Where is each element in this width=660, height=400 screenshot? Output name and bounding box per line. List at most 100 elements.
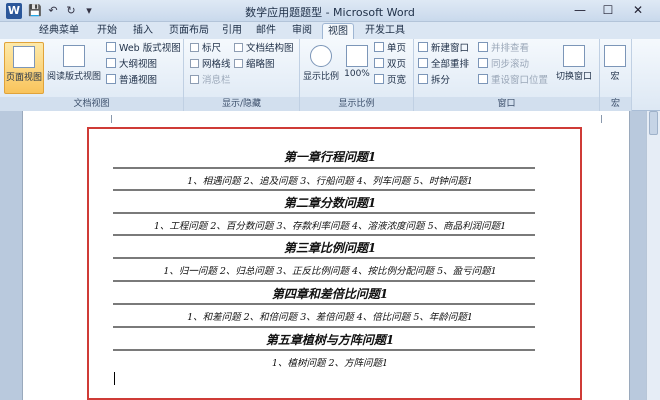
ruler-checkbox[interactable]: 标尺 bbox=[190, 42, 221, 56]
tab-insert[interactable]: 插入 bbox=[128, 23, 158, 39]
minimize-button[interactable]: — bbox=[566, 0, 594, 20]
scrollbar-thumb[interactable] bbox=[649, 111, 658, 135]
close-button[interactable]: ✕ bbox=[624, 0, 652, 20]
reset-position-icon bbox=[478, 74, 488, 84]
customize-icon[interactable]: ▾ bbox=[82, 3, 96, 19]
group-label: 文档视图 bbox=[0, 97, 183, 111]
separator-rule bbox=[113, 212, 535, 214]
group-macros: 宏 宏 bbox=[600, 39, 632, 111]
split-button[interactable]: 拆分 bbox=[418, 74, 450, 88]
group-window: 新建窗口 全部重排 拆分 并排查看 同步滚动 重设窗口位置 切换窗口 窗口 bbox=[414, 39, 600, 111]
gridlines-checkbox[interactable]: 网格线 bbox=[190, 58, 231, 72]
tab-developer[interactable]: 开发工具 bbox=[362, 23, 408, 39]
outline-view-icon bbox=[106, 58, 116, 68]
macros-icon bbox=[604, 45, 626, 67]
group-zoom: 显示比例 100% 单页 双页 页宽 显示比例 bbox=[300, 39, 414, 111]
web-view-icon bbox=[106, 42, 116, 52]
chapter-1-items[interactable]: 1、相遇问题 2、追及问题 3、行船问题 4、列车问题 5、时钟问题1 bbox=[0, 173, 660, 187]
separator-rule bbox=[113, 349, 535, 351]
checkbox-icon bbox=[190, 75, 199, 84]
margin-corner-mark bbox=[111, 115, 112, 123]
two-pages-button[interactable]: 双页 bbox=[374, 58, 406, 72]
group-document-views: 页面视图 阅读版式视图 Web 版式视图 大纲视图 普通视图 文档视图 bbox=[0, 39, 184, 111]
checkbox-icon bbox=[190, 43, 199, 52]
message-bar-checkbox[interactable]: 消息栏 bbox=[190, 74, 231, 88]
quick-access-toolbar: 💾 ↶ ↻ ▾ bbox=[28, 3, 96, 19]
draft-button[interactable]: 普通视图 bbox=[106, 74, 157, 88]
chapter-4-title[interactable]: 第四章和差倍比问题1 bbox=[0, 285, 660, 302]
tab-mailings[interactable]: 邮件 bbox=[252, 23, 280, 39]
save-icon[interactable]: 💾 bbox=[28, 3, 42, 19]
group-label: 窗口 bbox=[414, 97, 599, 111]
separator-rule bbox=[113, 326, 535, 328]
maximize-button[interactable]: ☐ bbox=[594, 0, 622, 20]
window-title: 数学应用题题型 - Microsoft Word bbox=[245, 6, 415, 19]
synchronous-scroll-button[interactable]: 同步滚动 bbox=[478, 58, 529, 72]
ribbon: 页面视图 阅读版式视图 Web 版式视图 大纲视图 普通视图 文档视图 标尺 网… bbox=[0, 39, 660, 111]
chapter-3-items[interactable]: 1、归一问题 2、归总问题 3、正反比例问题 4、按比例分配问题 5、盈亏问题1 bbox=[0, 263, 660, 277]
group-label: 显示比例 bbox=[300, 97, 413, 111]
chapter-3-title[interactable]: 第三章比例问题1 bbox=[0, 239, 660, 256]
arrange-all-icon bbox=[418, 58, 428, 68]
macros-button[interactable]: 宏 bbox=[600, 42, 630, 94]
document-map-checkbox[interactable]: 文档结构图 bbox=[234, 42, 294, 56]
tab-review[interactable]: 审阅 bbox=[288, 23, 316, 39]
margin-corner-mark bbox=[601, 115, 602, 123]
magnifier-icon bbox=[310, 45, 332, 67]
draft-view-icon bbox=[106, 74, 116, 84]
chapter-2-title[interactable]: 第二章分数问题1 bbox=[0, 194, 660, 211]
chapter-2-items[interactable]: 1、工程问题 2、百分数问题 3、存款利率问题 4、溶液浓度问题 5、商品利润问… bbox=[0, 218, 660, 232]
split-icon bbox=[418, 74, 428, 84]
thumbnails-checkbox[interactable]: 缩略图 bbox=[234, 58, 275, 72]
text-cursor bbox=[114, 372, 115, 385]
tab-page-layout[interactable]: 页面布局 bbox=[166, 23, 212, 39]
tab-home[interactable]: 开始 bbox=[92, 23, 122, 39]
chapter-4-items[interactable]: 1、和差问题 2、和倍问题 3、差倍问题 4、倍比问题 5、年龄问题1 bbox=[0, 309, 660, 323]
tab-references[interactable]: 引用 bbox=[218, 23, 246, 39]
undo-icon[interactable]: ↶ bbox=[46, 3, 60, 19]
page-width-button[interactable]: 页宽 bbox=[374, 74, 406, 88]
one-page-button[interactable]: 单页 bbox=[374, 42, 406, 56]
arrange-all-button[interactable]: 全部重排 bbox=[418, 58, 469, 72]
separator-rule bbox=[113, 257, 535, 259]
checkbox-icon bbox=[190, 59, 199, 68]
chapter-1-title[interactable]: 第一章行程问题1 bbox=[0, 148, 660, 165]
chapter-5-title[interactable]: 第五章植树与方阵问题1 bbox=[0, 331, 660, 348]
tab-view[interactable]: 视图 bbox=[322, 23, 354, 39]
side-by-side-icon bbox=[478, 42, 488, 52]
sync-scroll-icon bbox=[478, 58, 488, 68]
chapter-5-items[interactable]: 1、植树问题 2、方阵问题1 bbox=[0, 355, 660, 369]
reading-layout-button[interactable]: 阅读版式视图 bbox=[46, 42, 102, 94]
view-side-by-side-button[interactable]: 并排查看 bbox=[478, 42, 529, 56]
reading-view-icon bbox=[63, 45, 85, 67]
separator-rule bbox=[113, 189, 535, 191]
ribbon-tabs: 经典菜单 开始 插入 页面布局 引用 邮件 审阅 视图 开发工具 bbox=[0, 22, 660, 39]
zoom-button[interactable]: 显示比例 bbox=[302, 42, 340, 94]
checkbox-icon bbox=[234, 43, 243, 52]
reset-window-position-button[interactable]: 重设窗口位置 bbox=[478, 74, 548, 88]
group-show-hide: 标尺 网格线 消息栏 文档结构图 缩略图 显示/隐藏 bbox=[184, 39, 300, 111]
tab-classic-menu[interactable]: 经典菜单 bbox=[34, 23, 84, 39]
switch-windows-button[interactable]: 切换窗口 bbox=[552, 42, 596, 94]
new-window-icon bbox=[418, 42, 428, 52]
print-layout-button[interactable]: 页面视图 bbox=[4, 42, 44, 94]
separator-rule bbox=[113, 234, 535, 236]
word-app-icon[interactable]: W bbox=[6, 3, 22, 19]
web-layout-button[interactable]: Web 版式视图 bbox=[106, 42, 181, 56]
switch-windows-icon bbox=[563, 45, 585, 67]
redo-icon[interactable]: ↻ bbox=[64, 3, 78, 19]
group-label: 显示/隐藏 bbox=[184, 97, 299, 111]
two-pages-icon bbox=[374, 58, 384, 68]
zoom-100-button[interactable]: 100% bbox=[342, 42, 372, 94]
hundred-percent-icon bbox=[346, 45, 368, 67]
outline-button[interactable]: 大纲视图 bbox=[106, 58, 157, 72]
separator-rule bbox=[113, 303, 535, 305]
page-view-icon bbox=[13, 46, 35, 68]
separator-rule bbox=[113, 280, 535, 282]
title-bar: W 💾 ↶ ↻ ▾ 数学应用题题型 - Microsoft Word — ☐ ✕ bbox=[0, 0, 660, 22]
new-window-button[interactable]: 新建窗口 bbox=[418, 42, 469, 56]
separator-rule bbox=[113, 167, 535, 169]
group-label: 宏 bbox=[600, 97, 631, 111]
checkbox-icon bbox=[234, 59, 243, 68]
one-page-icon bbox=[374, 42, 384, 52]
